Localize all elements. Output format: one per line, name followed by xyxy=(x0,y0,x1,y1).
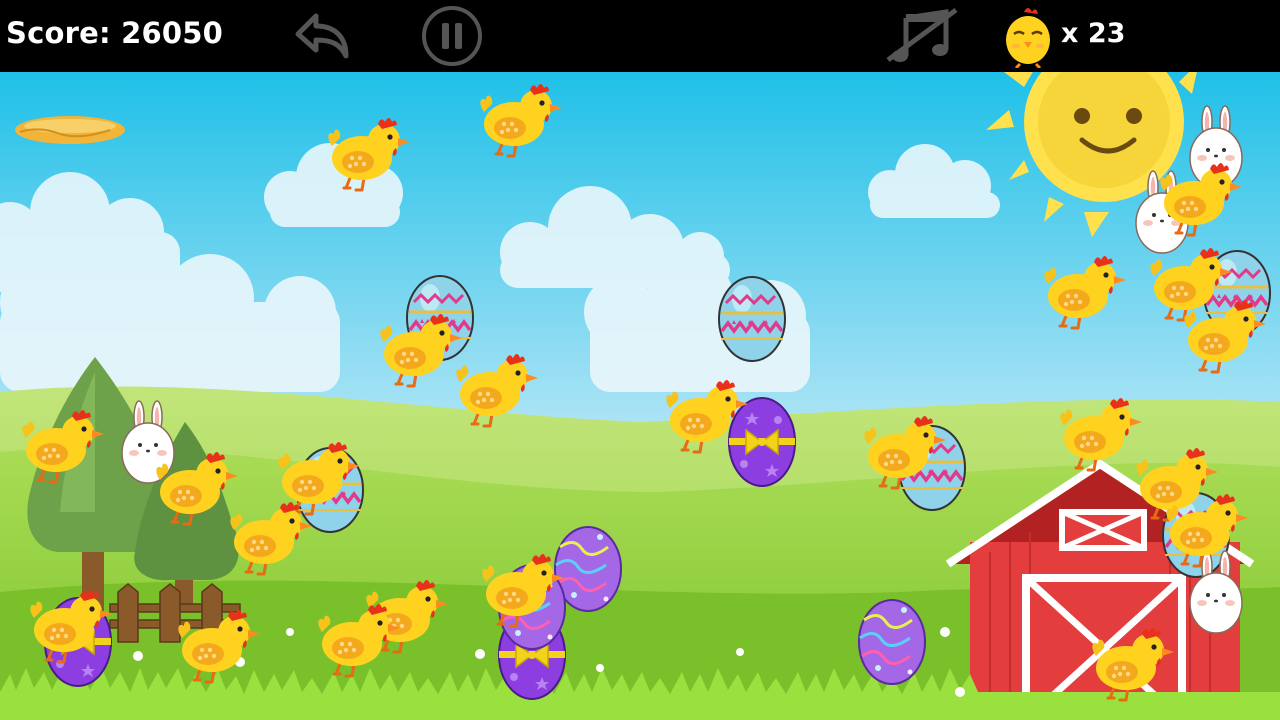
hud-bar: Score: 26050 x 23 xyxy=(0,0,1280,72)
easter-egg[interactable] xyxy=(717,275,787,363)
chick-count-label: x 23 xyxy=(1061,18,1126,49)
easter-egg[interactable] xyxy=(728,397,796,487)
undo-arrow-icon[interactable] xyxy=(290,4,354,68)
chick-counter-icon xyxy=(1000,4,1064,70)
music-muted-icon[interactable] xyxy=(884,4,964,68)
score-label: Score: 26050 xyxy=(6,16,223,50)
nest xyxy=(15,116,125,144)
game-scene[interactable] xyxy=(0,72,1280,720)
pause-icon[interactable] xyxy=(420,4,484,68)
easter-egg[interactable] xyxy=(857,598,927,686)
